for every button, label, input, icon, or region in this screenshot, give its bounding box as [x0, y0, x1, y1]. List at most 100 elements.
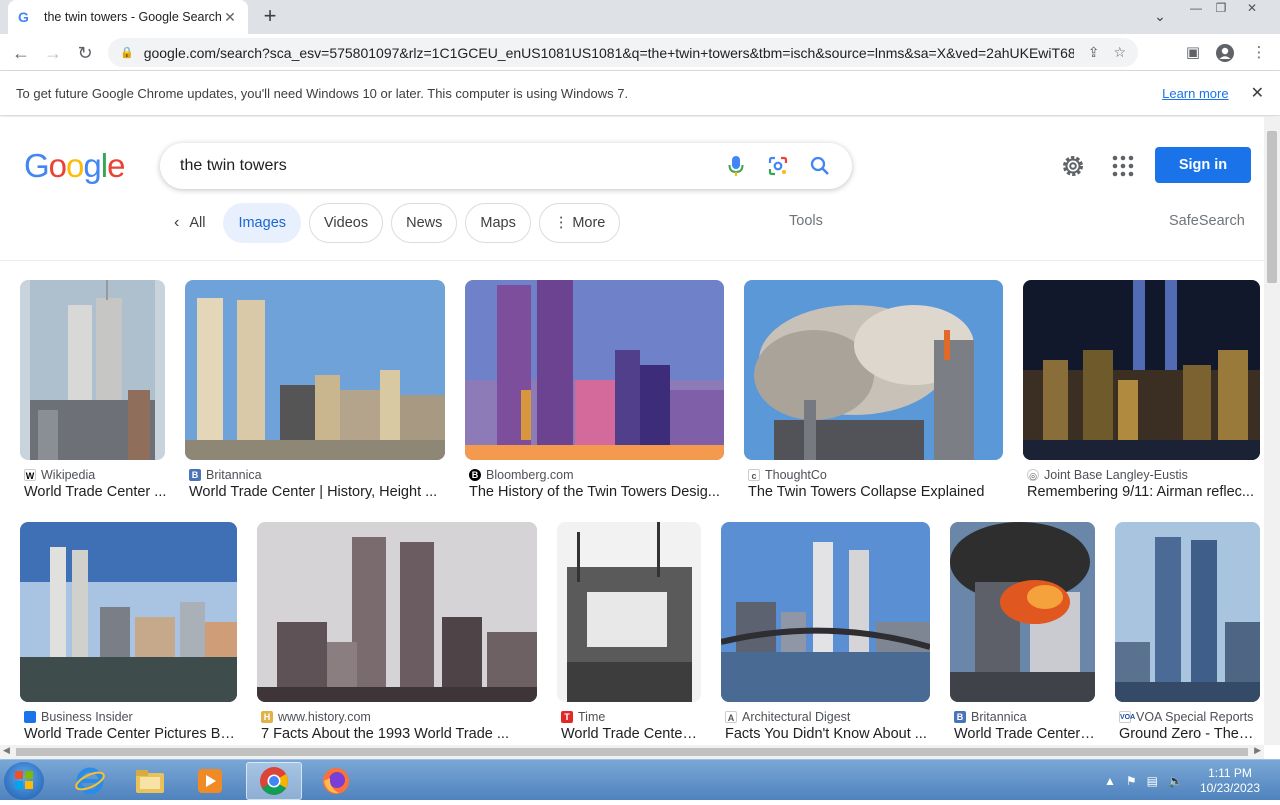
image-title[interactable]: The Twin Towers Collapse Explained — [748, 484, 1003, 500]
share-icon[interactable]: ⇪ — [1088, 44, 1100, 61]
clock-date: 10/23/2023 — [1199, 781, 1260, 795]
source-name: Britannica — [206, 468, 262, 482]
image-result[interactable]: B Britannica World Trade Center ... — [950, 522, 1095, 745]
new-tab-icon[interactable]: + — [258, 4, 282, 28]
chrome-taskbar-icon[interactable] — [246, 762, 302, 800]
image-thumbnail[interactable] — [20, 280, 165, 460]
microphone-icon[interactable] — [724, 154, 748, 178]
image-title[interactable]: World Trade Center Pictures Be... — [24, 726, 237, 742]
image-title[interactable]: Ground Zero - Then ... — [1119, 726, 1260, 742]
image-thumbnail[interactable] — [257, 522, 537, 702]
network-icon[interactable]: ▤ — [1147, 774, 1158, 788]
firefox-icon[interactable] — [308, 762, 364, 800]
side-panel-icon[interactable]: ▣ — [1180, 40, 1206, 66]
url-text[interactable]: google.com/search?sca_esv=575801097&rlz=… — [144, 45, 1074, 61]
image-result[interactable]: T Time World Trade Center ... — [557, 522, 701, 745]
vertical-scrollbar[interactable] — [1264, 117, 1280, 745]
image-thumbnail[interactable] — [20, 522, 237, 702]
image-thumbnail[interactable] — [185, 280, 445, 460]
business-insider-icon — [24, 711, 36, 723]
profile-avatar-icon[interactable] — [1212, 40, 1238, 66]
search-icon[interactable] — [808, 154, 832, 178]
image-thumbnail[interactable] — [721, 522, 930, 702]
chip-videos[interactable]: Videos — [309, 203, 384, 243]
internet-explorer-icon[interactable] — [62, 762, 118, 800]
image-result[interactable]: c ThoughtCo The Twin Towers Collapse Expl… — [744, 280, 1003, 505]
image-result[interactable]: Business Insider World Trade Center Pict… — [20, 522, 237, 745]
image-title[interactable]: World Trade Center ... — [24, 484, 170, 500]
image-title[interactable]: World Trade Center ... — [561, 726, 701, 742]
lock-icon[interactable]: 🔒 — [120, 46, 134, 59]
reload-icon[interactable]: ↻ — [72, 40, 98, 66]
image-result[interactable]: A Architectural Digest Facts You Didn't K… — [721, 522, 930, 745]
chip-maps[interactable]: Maps — [465, 203, 531, 243]
image-title[interactable]: The History of the Twin Towers Desig... — [469, 484, 724, 500]
file-explorer-icon[interactable] — [122, 762, 178, 800]
image-source: W Wikipedia — [24, 468, 95, 482]
google-lens-icon[interactable] — [766, 154, 790, 178]
restore-icon[interactable]: ❐ — [1209, 0, 1233, 18]
google-logo[interactable]: Google — [24, 147, 125, 185]
bookmark-star-icon[interactable]: ☆ — [1113, 44, 1126, 61]
image-thumbnail[interactable] — [557, 522, 701, 702]
chip-news[interactable]: News — [391, 203, 458, 243]
google-apps-grid-icon[interactable] — [1112, 155, 1134, 177]
image-result[interactable]: W Wikipedia World Trade Center ... — [20, 280, 170, 505]
chrome-menu-icon[interactable]: ⋮ — [1246, 40, 1272, 66]
tools-button[interactable]: Tools — [789, 213, 823, 229]
scroll-left-arrow-icon[interactable]: ◀ — [3, 745, 10, 756]
image-result[interactable]: ◎ Joint Base Langley-Eustis Remembering 9… — [1023, 280, 1260, 505]
image-thumbnail[interactable] — [950, 522, 1095, 702]
image-thumbnail[interactable] — [465, 280, 724, 460]
image-source: A Architectural Digest — [725, 710, 850, 724]
vertical-scrollbar-thumb[interactable] — [1267, 131, 1277, 283]
time-icon: T — [561, 711, 573, 723]
image-result[interactable]: B Britannica World Trade Center | History… — [185, 280, 445, 505]
search-box[interactable] — [160, 143, 852, 189]
sign-in-button[interactable]: Sign in — [1155, 147, 1251, 183]
volume-icon[interactable]: 🔈 — [1168, 774, 1183, 788]
tab-title: the twin towers - Google Search — [44, 10, 222, 24]
settings-gear-icon[interactable] — [1060, 153, 1086, 179]
search-input[interactable] — [180, 157, 706, 175]
minimize-icon[interactable]: — — [1184, 0, 1208, 18]
chip-images[interactable]: Images — [223, 203, 302, 243]
history-com-icon: H — [261, 711, 273, 723]
image-title[interactable]: World Trade Center | History, Height ... — [189, 484, 445, 500]
show-hidden-icons-chevron-icon[interactable]: ▲ — [1104, 774, 1116, 788]
tab-close-icon[interactable]: ✕ — [222, 9, 238, 26]
chip-all[interactable]: ‹ All — [164, 203, 216, 243]
image-title[interactable]: World Trade Center ... — [954, 726, 1095, 742]
horizontal-scrollbar-thumb[interactable] — [16, 748, 1248, 756]
image-result[interactable]: VOA VOA Special Reports Ground Zero - The… — [1115, 522, 1260, 745]
image-result[interactable]: Hwww.history.com 7 Facts About the 1993 … — [257, 522, 537, 745]
google-logo-letter: g — [83, 147, 101, 184]
image-title[interactable]: Facts You Didn't Know About ... — [725, 726, 930, 742]
safesearch-button[interactable]: SafeSearch — [1169, 213, 1245, 229]
learn-more-link[interactable]: Learn more — [1162, 86, 1228, 101]
image-thumbnail[interactable] — [1115, 522, 1260, 702]
back-arrow-icon[interactable]: ← — [8, 40, 34, 66]
image-source: B Bloomberg.com — [469, 468, 574, 482]
image-result[interactable]: B Bloomberg.com The History of the Twin T… — [465, 280, 724, 505]
start-button[interactable] — [4, 762, 44, 800]
source-name: Joint Base Langley-Eustis — [1044, 468, 1188, 482]
media-player-icon[interactable] — [182, 762, 238, 800]
chip-more[interactable]: ⋮ More — [538, 203, 621, 243]
taskbar-clock[interactable]: 1:11 PM 10/23/2023 — [1200, 766, 1260, 796]
window-close-icon[interactable]: ✕ — [1240, 0, 1264, 18]
action-center-flag-icon[interactable]: ⚑ — [1126, 774, 1137, 788]
scroll-right-arrow-icon[interactable]: ▶ — [1254, 745, 1261, 756]
image-title[interactable]: 7 Facts About the 1993 World Trade ... — [261, 726, 537, 742]
tab-active[interactable]: G the twin towers - Google Search ✕ — [8, 0, 248, 34]
infobar-close-icon[interactable]: ✕ — [1251, 83, 1264, 103]
forward-arrow-icon[interactable]: → — [40, 40, 66, 66]
image-thumbnail[interactable] — [744, 280, 1003, 460]
horizontal-scrollbar[interactable]: ◀ ▶ — [0, 745, 1264, 759]
source-name: Business Insider — [41, 710, 133, 724]
voa-icon: VOA — [1119, 711, 1135, 723]
image-thumbnail[interactable] — [1023, 280, 1260, 460]
address-bar[interactable]: 🔒 google.com/search?sca_esv=575801097&rl… — [108, 38, 1138, 67]
image-title[interactable]: Remembering 9/11: Airman reflec... — [1027, 484, 1260, 500]
tab-search-chevron-icon[interactable]: ⌄ — [1150, 6, 1170, 26]
